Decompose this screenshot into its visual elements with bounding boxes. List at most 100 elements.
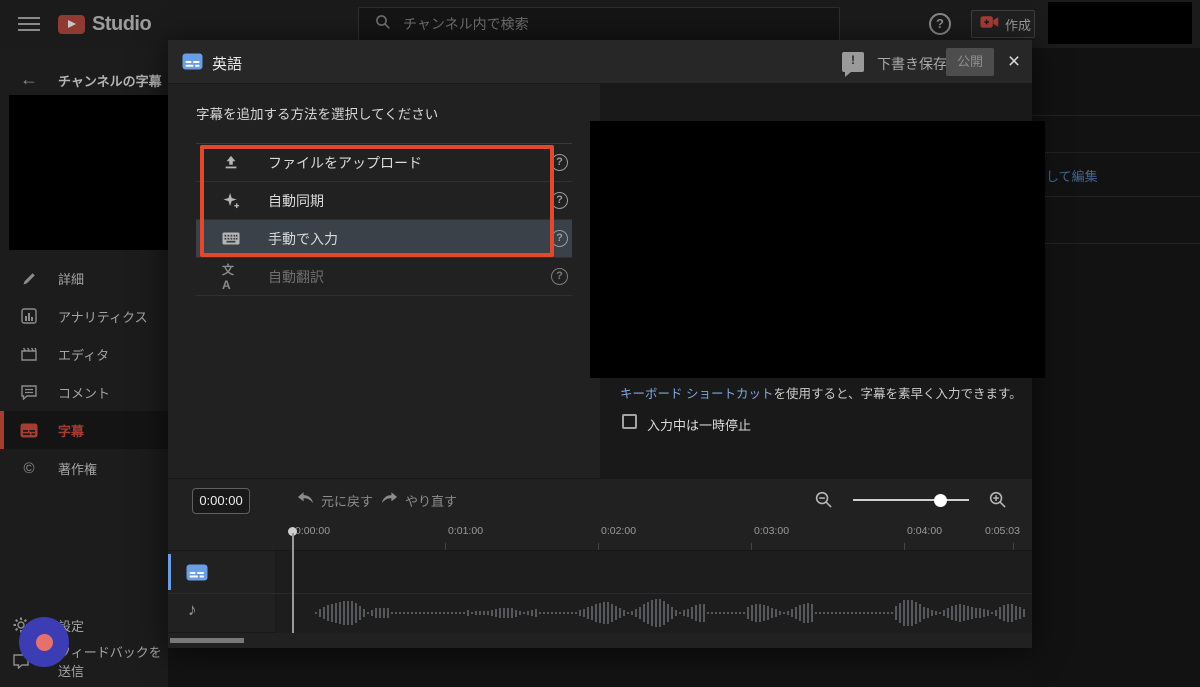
- dialog-header: 英語 ! 下書き保存 公開 ×: [168, 40, 1032, 84]
- background-row-divider: [1032, 243, 1200, 244]
- redo-icon: [380, 491, 399, 510]
- redo-button[interactable]: やり直す: [380, 491, 457, 510]
- back-title: チャンネルの字幕: [58, 74, 162, 89]
- time-display: 0:00:00: [192, 488, 250, 514]
- create-button[interactable]: 作成: [971, 10, 1035, 38]
- undo-icon: [296, 491, 315, 510]
- audio-track-header[interactable]: ♪: [172, 593, 275, 633]
- hamburger-menu-icon[interactable]: [18, 17, 40, 31]
- track-header-divider: [275, 551, 276, 633]
- method-help-button[interactable]: ?: [551, 154, 568, 171]
- header-feedback-button[interactable]: !: [842, 52, 864, 77]
- method-upload-file[interactable]: ファイルをアップロード ?: [196, 144, 572, 182]
- subtitle-track-header[interactable]: [172, 551, 275, 593]
- sidebar-item-label: アナリティクス: [58, 309, 148, 325]
- sidebar-item-analytics[interactable]: アナリティクス: [0, 297, 168, 335]
- ruler-tick-mark: [904, 543, 905, 550]
- method-help-button[interactable]: ?: [551, 192, 568, 209]
- method-label: 自動翻訳: [268, 268, 324, 285]
- method-help-button[interactable]: ?: [551, 230, 568, 247]
- background-row-divider: [1032, 196, 1200, 197]
- timeline-section: 0:00:00 元に戻す やり直す 0:00:00 0:01:00 0:02:0…: [168, 478, 1032, 648]
- shortcut-hint-text: を使用すると、字幕を素早く入力できます。: [773, 387, 1022, 401]
- back-button[interactable]: ←: [16, 66, 42, 92]
- zoom-in-button[interactable]: [988, 490, 1007, 514]
- ruler-tick-mark: [445, 543, 446, 550]
- playhead-line: [291, 533, 294, 633]
- ruler-tick-mark: [1013, 543, 1014, 550]
- sidebar-item-details[interactable]: 詳細: [0, 259, 168, 297]
- comment-icon: [20, 383, 38, 401]
- dialog-cc-icon: [182, 53, 203, 75]
- sidebar-item-subtitles[interactable]: 字幕: [0, 411, 168, 449]
- save-draft-button[interactable]: 下書き保存: [877, 54, 947, 74]
- sidebar-item-copyright[interactable]: © 著作権: [0, 449, 168, 487]
- zoom-slider[interactable]: [853, 491, 969, 509]
- copyright-icon: ©: [23, 459, 35, 477]
- recording-indicator-dot: [36, 634, 53, 651]
- sidebar-item-label: コメント: [58, 385, 111, 401]
- undo-button[interactable]: 元に戻す: [296, 491, 373, 510]
- method-auto-translate[interactable]: 文A 自動翻訳 ?: [196, 258, 572, 296]
- method-label: 手動で入力: [268, 230, 338, 247]
- brand-text: Studio: [92, 12, 152, 35]
- ruler-tick-label: 0:05:03: [984, 525, 1020, 537]
- sidebar-item-label: 字幕: [58, 423, 85, 439]
- search-input[interactable]: [403, 16, 783, 32]
- ruler-tick-label: 0:01:00: [448, 525, 484, 537]
- create-button-label: 作成: [1005, 17, 1032, 33]
- background-partial-link: して編集: [1046, 169, 1098, 184]
- sidebar-item-label: エディタ: [58, 347, 110, 363]
- sidebar-item-comments[interactable]: コメント: [0, 373, 168, 411]
- timeline-scrollbar-thumb[interactable]: [170, 638, 244, 643]
- shortcut-hint: キーボード ショートカットを使用すると、字幕を素早く入力できます。: [620, 383, 1022, 402]
- publish-button[interactable]: 公開: [946, 48, 994, 76]
- method-heading: 字幕を追加する方法を選択してください: [196, 107, 439, 122]
- undo-label: 元に戻す: [321, 494, 374, 509]
- search-box: [358, 7, 840, 41]
- ruler-tick-label: 0:02:00: [601, 525, 637, 537]
- bar-chart-icon: [20, 307, 38, 325]
- playhead[interactable]: [288, 527, 298, 633]
- shortcut-link[interactable]: キーボード ショートカット: [620, 387, 773, 401]
- sidebar: ← チャンネルの字幕 詳細 アナリティクス エディタ コメント 字幕 © 著作権…: [0, 48, 169, 687]
- background-row-divider: [1032, 115, 1200, 116]
- pencil-icon: [20, 269, 38, 287]
- dialog-title: 英語: [212, 56, 243, 73]
- keyboard-icon: [222, 230, 240, 248]
- app-root: Studio ? 作成 ← チャンネルの字幕 詳細: [0, 0, 1200, 687]
- sidebar-item-label: 著作権: [58, 461, 98, 477]
- subtitle-track-accent-bar: [168, 554, 171, 590]
- ruler-tick-mark: [598, 543, 599, 550]
- studio-logo[interactable]: Studio: [58, 12, 152, 36]
- zoom-slider-thumb[interactable]: [934, 493, 947, 507]
- music-note-icon: ♪: [188, 600, 197, 619]
- create-camera-icon: [980, 15, 999, 34]
- background-right-panel: して編集: [1032, 48, 1200, 687]
- dialog-close-button[interactable]: ×: [1002, 49, 1026, 75]
- search-icon: [375, 14, 391, 35]
- method-list: ファイルをアップロード ? 自動同期 ? 手動で入力 ? 文A 自動翻訳 ?: [196, 143, 572, 296]
- active-item-bar: [0, 411, 4, 449]
- ruler-tick-label: 0:04:00: [907, 525, 943, 537]
- redo-label: やり直す: [405, 494, 458, 509]
- pause-checkbox[interactable]: [622, 414, 637, 429]
- zoom-slider-track: [853, 499, 969, 501]
- sparkle-icon: [222, 192, 240, 210]
- upload-icon: [222, 154, 240, 172]
- sidebar-item-editor[interactable]: エディタ: [0, 335, 168, 373]
- method-label: ファイルをアップロード: [268, 154, 422, 171]
- background-row-divider: [1032, 152, 1200, 153]
- logo-play-icon: [58, 14, 85, 34]
- zoom-out-button[interactable]: [814, 490, 833, 514]
- method-auto-sync[interactable]: 自動同期 ?: [196, 182, 572, 220]
- translate-icon: 文A: [222, 263, 234, 292]
- recording-indicator: [19, 617, 69, 667]
- method-type-manually[interactable]: 手動で入力 ?: [196, 220, 572, 258]
- help-button[interactable]: ?: [929, 13, 951, 35]
- feedback-exclaim-glyph: !: [851, 53, 855, 67]
- method-help-button[interactable]: ?: [551, 268, 568, 285]
- ruler-tick-label: 0:00:00: [295, 525, 331, 537]
- sidebar-item-label: フィードバックを送信: [58, 645, 162, 679]
- sidebar-item-label: 詳細: [58, 271, 85, 287]
